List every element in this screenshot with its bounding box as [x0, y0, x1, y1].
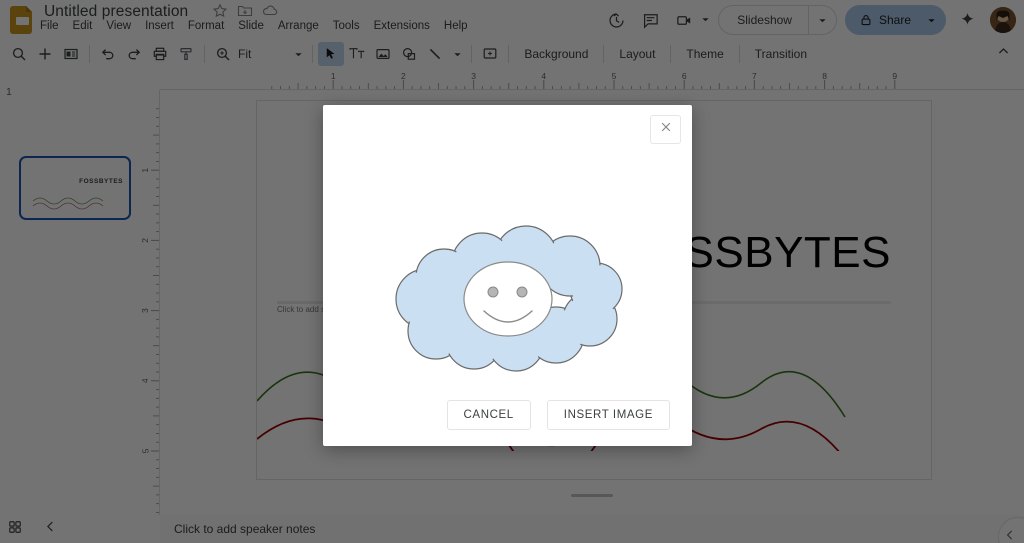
smiling-cloud-illustration	[374, 221, 642, 373]
insert-image-dialog: CANCEL INSERT IMAGE	[323, 105, 692, 446]
insert-image-confirm-button[interactable]: INSERT IMAGE	[547, 400, 670, 430]
cancel-button[interactable]: CANCEL	[447, 400, 531, 430]
dialog-close-button[interactable]	[650, 115, 681, 144]
dialog-preview-image	[323, 167, 692, 427]
close-icon	[659, 120, 673, 139]
dialog-action-bar: CANCEL INSERT IMAGE	[323, 400, 670, 430]
google-slides-window: Untitled presentation File Edit View Ins…	[0, 0, 1024, 543]
